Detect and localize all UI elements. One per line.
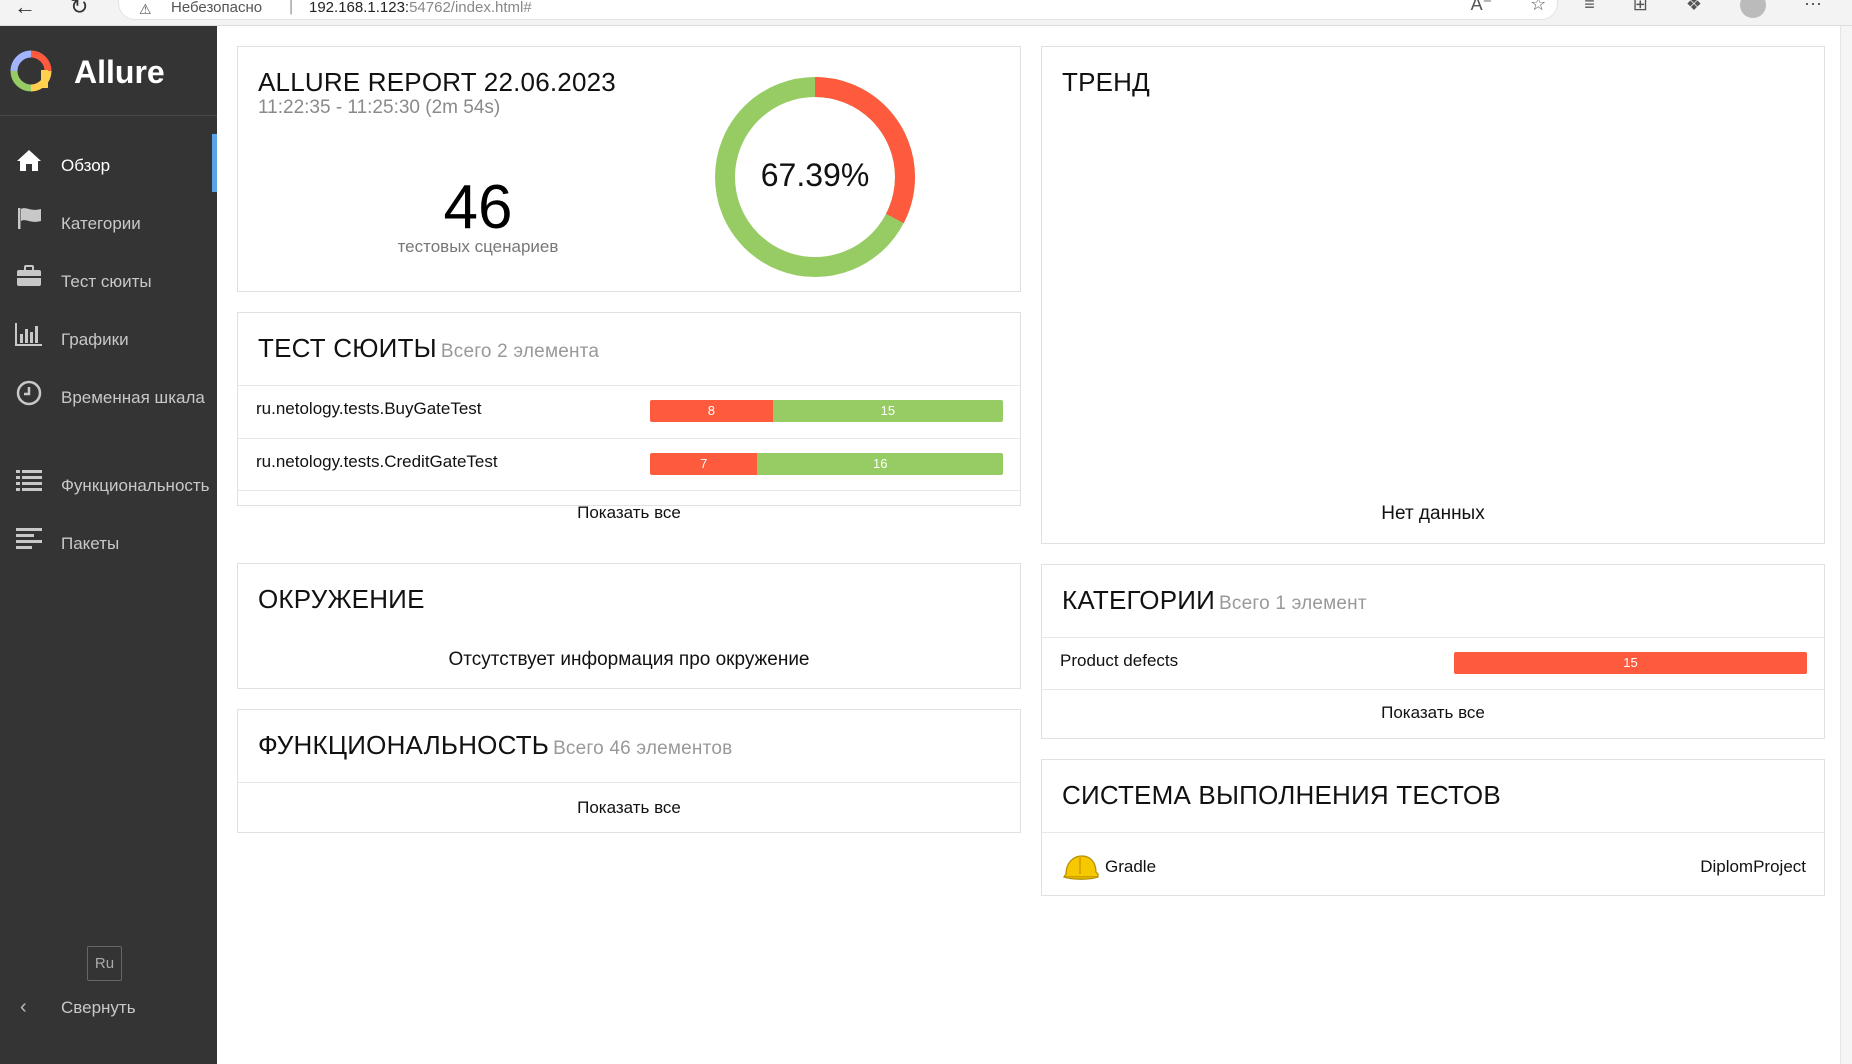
executors-widget: СИСТЕМА ВЫПОЛНЕНИЯ ТЕСТОВ Gradle DiplomP… — [1041, 759, 1825, 896]
success-rate-percent: 67.39% — [760, 157, 870, 193]
features-title: ФУНКЦИОНАЛЬНОСТЬ Всего 46 элементов — [258, 730, 733, 760]
page-scrollbar[interactable] — [1840, 26, 1852, 1064]
favorite-icon[interactable]: ☆ — [1530, 0, 1546, 18]
refresh-icon[interactable]: ↻ — [70, 0, 88, 20]
more-icon[interactable]: ⋯ — [1804, 0, 1822, 18]
category-name: Product defects — [1060, 651, 1179, 670]
sidebar: Allure Обзор Категории Тест сюиты График… — [0, 26, 217, 1064]
url-text: 192.168.1.123:54762/index.html# — [309, 0, 532, 16]
divider — [1042, 637, 1824, 638]
summary-widget: ALLURE REPORT 22.06.2023 11:22:35 - 11:2… — [237, 46, 1021, 292]
suites-title: ТЕСТ СЮИТЫ Всего 2 элемента — [258, 333, 600, 363]
sidebar-item-graphs[interactable]: Графики — [0, 310, 217, 368]
sidebar-item-categories[interactable]: Категории — [0, 194, 217, 252]
total-tests-count: 46 — [443, 173, 513, 242]
collapse-label: Свернуть — [61, 998, 136, 1017]
total-tests-label: тестовых сценариев — [397, 237, 559, 256]
trend-empty-text: Нет данных — [1381, 503, 1485, 524]
briefcase-icon — [14, 264, 44, 290]
divider — [238, 490, 1020, 491]
bar-chart-icon — [14, 322, 44, 348]
executors-title: СИСТЕМА ВЫПОЛНЕНИЯ ТЕСТОВ — [1062, 780, 1501, 810]
back-icon[interactable]: ← — [14, 0, 36, 20]
categories-count: Всего 1 элемент — [1219, 593, 1367, 614]
trend-widget: ТРЕНД Нет данных — [1041, 46, 1825, 544]
sidebar-menu: Обзор Категории Тест сюиты Графики Време… — [0, 134, 217, 572]
sidebar-item-label: Тест сюиты — [61, 272, 152, 291]
sidebar-item-suites[interactable]: Тест сюиты — [0, 252, 217, 310]
sidebar-item-label: Пакеты — [61, 534, 120, 553]
list-icon — [14, 468, 44, 494]
favorites-list-icon[interactable]: ≡ — [1584, 0, 1595, 18]
sidebar-item-packages[interactable]: Пакеты — [0, 514, 217, 572]
divider — [238, 438, 1020, 439]
report-title: ALLURE REPORT 22.06.2023 — [258, 67, 616, 97]
collapse-button[interactable]: ‹ Свернуть — [20, 996, 136, 1019]
categories-widget: КАТЕГОРИИ Всего 1 элемент Product defects… — [1041, 564, 1825, 739]
environment-empty-text: Отсутствует информация про окружение — [448, 649, 810, 670]
address-bar[interactable]: ⚠ Небезопасно | 192.168.1.123:54762/inde… — [118, 0, 1558, 20]
divider — [1042, 689, 1824, 690]
browser-toolbar: ← ↻ ⚠ Небезопасно | 192.168.1.123:54762/… — [0, 0, 1852, 26]
brand[interactable]: Allure — [0, 26, 217, 116]
suites-count: Всего 2 элемента — [440, 341, 600, 362]
suite-name: ru.netology.tests.CreditGateTest — [256, 452, 498, 471]
extension-icon[interactable]: ❖ — [1686, 0, 1702, 18]
home-icon — [14, 148, 44, 174]
main-content: ALLURE REPORT 22.06.2023 11:22:35 - 11:2… — [217, 26, 1837, 1064]
chevron-left-icon: ‹ — [20, 996, 27, 1018]
executor-build-name: DiplomProject — [1700, 857, 1806, 876]
passed-segment: 16 — [757, 453, 1003, 475]
features-show-all-link[interactable]: Показать все — [238, 798, 1020, 818]
failed-segment: 7 — [650, 453, 758, 475]
divider — [1042, 832, 1824, 833]
features-widget: ФУНКЦИОНАЛЬНОСТЬ Всего 46 элементов Показ… — [237, 709, 1021, 833]
sidebar-item-behaviors[interactable]: Функциональность — [0, 456, 217, 514]
sidebar-item-label: Функциональность — [61, 476, 210, 495]
suite-name: ru.netology.tests.BuyGateTest — [256, 399, 482, 418]
browser-actions: A⁻ ☆ ≡ ⊞ ❖ ⋯ — [1471, 0, 1822, 18]
profile-avatar-icon[interactable] — [1740, 0, 1766, 18]
trend-title: ТРЕНД — [1062, 67, 1150, 97]
address-separator: | — [289, 0, 294, 15]
category-count-segment: 15 — [1454, 652, 1807, 674]
allure-logo-icon — [10, 50, 52, 92]
clock-icon — [14, 380, 44, 406]
align-left-icon — [14, 526, 44, 552]
sidebar-item-overview[interactable]: Обзор — [0, 134, 217, 194]
suite-status-bar: 7 16 — [650, 453, 1003, 475]
flag-icon — [14, 206, 44, 232]
sidebar-item-label: Графики — [61, 330, 129, 349]
brand-title: Allure — [74, 54, 165, 90]
categories-title: КАТЕГОРИИ Всего 1 элемент — [1062, 585, 1367, 615]
category-bar: 15 — [1454, 652, 1807, 674]
passed-segment: 15 — [772, 400, 1003, 422]
sidebar-item-label: Обзор — [61, 156, 111, 175]
insecure-label: Небезопасно — [171, 0, 263, 16]
suites-show-all-link[interactable]: Показать все — [238, 503, 1020, 523]
warning-icon: ⚠ — [139, 1, 152, 17]
environment-widget: ОКРУЖЕНИЕ Отсутствует информация про окр… — [237, 563, 1021, 689]
executor-name: Gradle — [1105, 857, 1157, 876]
sidebar-item-label: Категории — [61, 214, 141, 233]
failed-segment: 8 — [650, 400, 773, 422]
suites-widget: ТЕСТ СЮИТЫ Всего 2 элемента ru.netology.t… — [237, 312, 1021, 522]
sidebar-item-label: Временная шкала — [61, 388, 205, 407]
environment-title: ОКРУЖЕНИЕ — [258, 584, 425, 614]
report-time-range: 11:22:35 - 11:25:30 (2m 54s) — [258, 97, 501, 118]
suite-status-bar: 8 15 — [650, 400, 1003, 422]
categories-show-all-link[interactable]: Показать все — [1042, 703, 1824, 723]
language-button[interactable]: Ru — [87, 946, 122, 981]
features-count: Всего 46 элементов — [553, 738, 733, 759]
collections-icon[interactable]: ⊞ — [1633, 0, 1648, 18]
divider — [238, 782, 1020, 783]
sidebar-item-timeline[interactable]: Временная шкала — [0, 368, 217, 456]
gradle-helmet-icon — [1062, 855, 1099, 880]
divider — [238, 385, 1020, 386]
read-aloud-icon[interactable]: A⁻ — [1471, 0, 1493, 18]
